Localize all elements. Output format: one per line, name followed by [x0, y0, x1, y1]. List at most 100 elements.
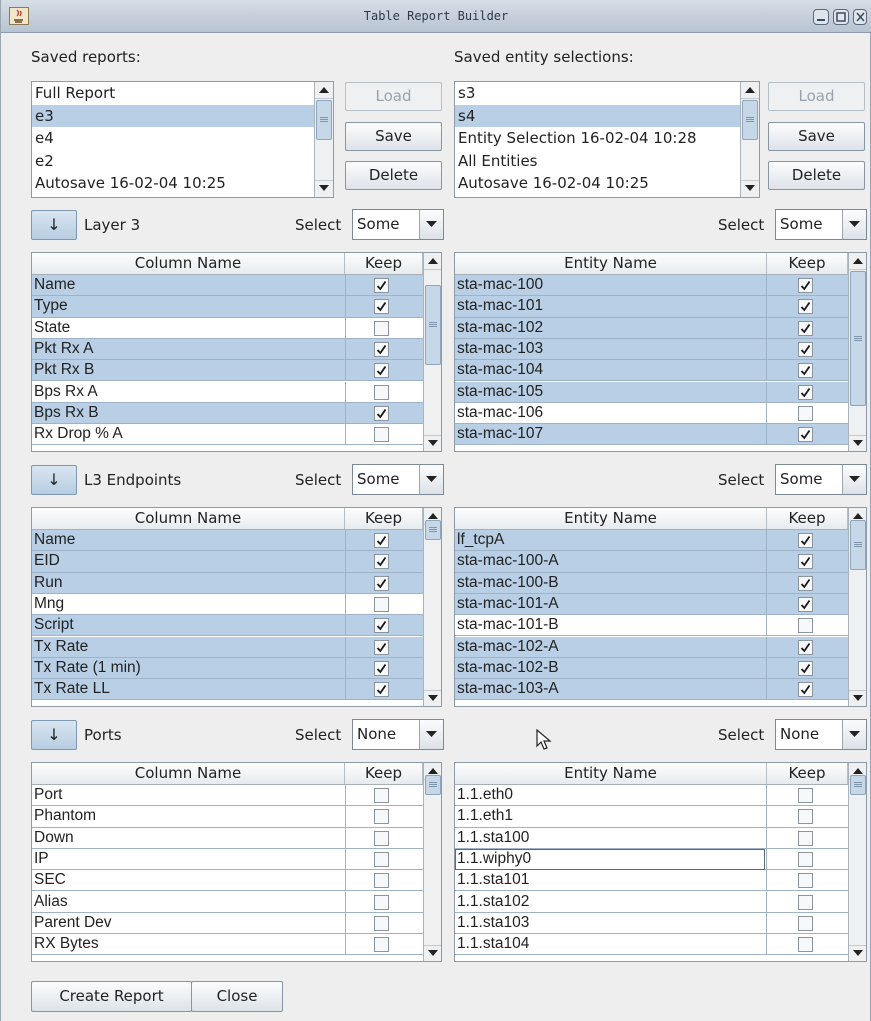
keep-checkbox[interactable] — [374, 596, 389, 612]
table-row[interactable]: Bps Rx A — [32, 381, 423, 403]
vertical-scrollbar[interactable] — [314, 82, 333, 197]
vertical-scrollbar[interactable] — [423, 253, 441, 451]
scroll-down-arrow-icon[interactable] — [849, 945, 866, 961]
keep-checkbox[interactable] — [374, 639, 389, 655]
table-row[interactable]: 1.1.sta103 — [455, 912, 848, 935]
keep-checkbox[interactable] — [798, 830, 813, 846]
table-row[interactable]: 1.1.eth0 — [455, 785, 848, 807]
table-row[interactable]: EID — [32, 551, 423, 573]
table-row[interactable]: Run — [32, 572, 423, 594]
keep-checkbox[interactable] — [798, 596, 813, 612]
keep-checkbox[interactable] — [374, 533, 389, 548]
keep-header[interactable]: Keep — [345, 763, 423, 784]
table-row[interactable]: sta-mac-103 — [455, 338, 848, 361]
keep-checkbox[interactable] — [798, 554, 813, 570]
keep-header[interactable]: Keep — [767, 763, 848, 784]
table-row[interactable]: RX Bytes — [32, 934, 423, 956]
vertical-scrollbar[interactable] — [740, 82, 759, 197]
scroll-down-arrow-icon[interactable] — [424, 945, 441, 961]
table-row[interactable]: sta-mac-107 — [455, 424, 848, 446]
saved-list-item[interactable]: s3 — [455, 82, 759, 105]
collapse-section-button[interactable]: ↓ — [31, 210, 77, 240]
chevron-down-icon[interactable] — [419, 210, 443, 239]
entity-table[interactable]: Entity Name Keep lf_tcpA sta-mac-100-A sta-m… — [454, 507, 867, 707]
table-row[interactable]: Down — [32, 827, 423, 849]
minimize-button[interactable] — [813, 9, 829, 25]
table-row[interactable]: Alias — [32, 891, 423, 913]
scroll-up-arrow-icon[interactable] — [424, 253, 441, 270]
entity-name-header[interactable]: Entity Name — [455, 508, 767, 529]
keep-checkbox[interactable] — [374, 299, 389, 315]
table-row[interactable]: Tx Rate (1 min) — [32, 657, 423, 680]
keep-checkbox[interactable] — [798, 809, 813, 825]
column-select-dropdown[interactable]: Some — [352, 209, 444, 240]
collapse-section-button[interactable]: ↓ — [31, 720, 77, 750]
column-name-header[interactable]: Column Name — [32, 253, 345, 274]
scroll-thumb[interactable] — [425, 775, 441, 795]
keep-checkbox[interactable] — [798, 299, 813, 315]
table-row[interactable]: sta-mac-101-B — [455, 615, 848, 637]
keep-checkbox[interactable] — [374, 915, 389, 931]
keep-checkbox[interactable] — [798, 405, 813, 421]
keep-checkbox[interactable] — [798, 384, 813, 400]
chevron-down-icon[interactable] — [842, 465, 866, 494]
keep-checkbox[interactable] — [374, 618, 389, 634]
column-name-header[interactable]: Column Name — [32, 508, 345, 529]
chevron-down-icon[interactable] — [842, 720, 866, 749]
keep-checkbox[interactable] — [798, 533, 813, 548]
table-row[interactable]: sta-mac-100-B — [455, 572, 848, 594]
chevron-down-icon[interactable] — [419, 720, 443, 749]
keep-checkbox[interactable] — [374, 809, 389, 825]
keep-checkbox[interactable] — [374, 873, 389, 889]
keep-checkbox[interactable] — [798, 618, 813, 634]
title-bar[interactable]: Table Report Builder — [1, 0, 871, 33]
column-select-dropdown[interactable]: None — [352, 719, 444, 750]
keep-header[interactable]: Keep — [345, 508, 423, 529]
chevron-down-icon[interactable] — [419, 465, 443, 494]
saved-reports-list[interactable]: Full Report e3 e4 e2 Autosave 16-02-04 10:25 — [31, 81, 334, 198]
keep-checkbox[interactable] — [374, 363, 389, 379]
table-row[interactable]: sta-mac-101 — [455, 296, 848, 318]
vertical-scrollbar[interactable] — [423, 508, 441, 706]
entity-table[interactable]: Entity Name Keep 1.1.eth0 1.1.eth1 1.1.sta10… — [454, 762, 867, 962]
chevron-down-icon[interactable] — [842, 210, 866, 239]
table-row[interactable]: IP — [32, 848, 423, 871]
scroll-down-arrow-icon[interactable] — [849, 435, 866, 451]
keep-checkbox[interactable] — [798, 278, 813, 293]
scroll-thumb[interactable] — [850, 271, 866, 406]
maximize-button[interactable] — [833, 9, 849, 25]
keep-checkbox[interactable] — [374, 405, 389, 421]
table-row[interactable]: 1.1.sta101 — [455, 870, 848, 892]
table-row[interactable]: sta-mac-100 — [455, 275, 848, 297]
keep-checkbox[interactable] — [374, 682, 389, 698]
save-selection-button[interactable]: Save — [768, 122, 865, 151]
table-row[interactable]: sta-mac-103-A — [455, 679, 848, 701]
table-row[interactable]: Rx Drop % A — [32, 424, 423, 446]
entity-name-header[interactable]: Entity Name — [455, 763, 767, 784]
saved-list-item[interactable]: e2 — [32, 150, 333, 173]
load-selection-button[interactable]: Load — [768, 82, 865, 111]
scroll-thumb[interactable] — [425, 285, 441, 365]
entity-select-dropdown[interactable]: None — [775, 719, 867, 750]
save-report-button[interactable]: Save — [345, 122, 442, 151]
collapse-section-button[interactable]: ↓ — [31, 465, 77, 495]
column-table[interactable]: Column Name Keep Name EID Run Mng Script Tx Rat… — [31, 507, 442, 707]
table-row[interactable]: Pkt Rx B — [32, 360, 423, 382]
column-name-header[interactable]: Column Name — [32, 763, 345, 784]
keep-checkbox[interactable] — [374, 830, 389, 846]
delete-report-button[interactable]: Delete — [345, 161, 442, 190]
table-row[interactable]: Bps Rx B — [32, 402, 423, 425]
table-row[interactable]: Mng — [32, 593, 423, 616]
keep-checkbox[interactable] — [798, 851, 813, 867]
table-row[interactable]: State — [32, 317, 423, 339]
keep-checkbox[interactable] — [798, 894, 813, 910]
delete-selection-button[interactable]: Delete — [768, 161, 865, 190]
column-select-dropdown[interactable]: Some — [352, 464, 444, 495]
keep-checkbox[interactable] — [798, 427, 813, 443]
entity-name-header[interactable]: Entity Name — [455, 253, 767, 274]
vertical-scrollbar[interactable] — [848, 763, 866, 961]
keep-header[interactable]: Keep — [345, 253, 423, 274]
scroll-thumb[interactable] — [316, 100, 332, 140]
scroll-down-arrow-icon[interactable] — [424, 435, 441, 451]
keep-checkbox[interactable] — [798, 639, 813, 655]
